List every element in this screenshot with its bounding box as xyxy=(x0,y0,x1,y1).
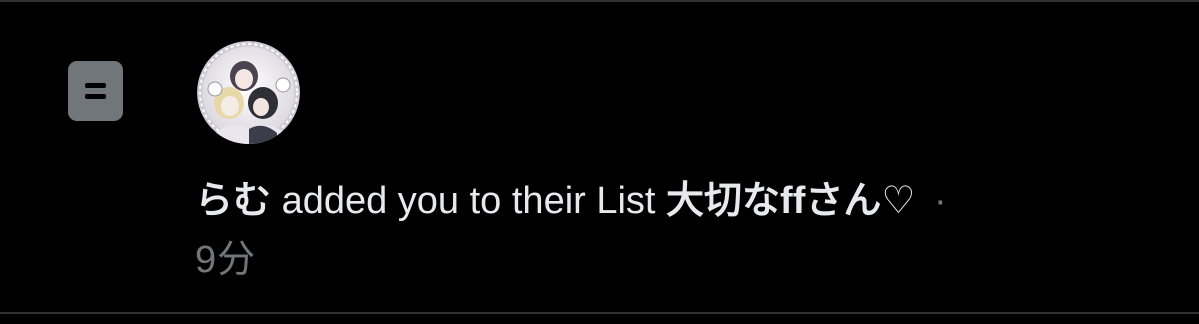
action-text: added you to their List xyxy=(271,180,667,222)
notification-message: らむ added you to their List 大切なffさん♡ · xyxy=(195,175,1155,227)
user-name[interactable]: らむ xyxy=(195,180,271,222)
user-avatar[interactable] xyxy=(197,41,300,144)
avatar-illustration xyxy=(197,41,300,144)
list-name[interactable]: 大切なffさん♡ xyxy=(666,180,915,222)
top-divider xyxy=(0,0,1199,2)
separator-dot: · xyxy=(923,180,947,222)
bottom-divider xyxy=(0,312,1199,314)
list-icon-line xyxy=(85,94,106,99)
list-icon xyxy=(68,61,123,121)
timestamp: 9分 xyxy=(195,239,257,281)
list-icon-line xyxy=(85,83,106,88)
